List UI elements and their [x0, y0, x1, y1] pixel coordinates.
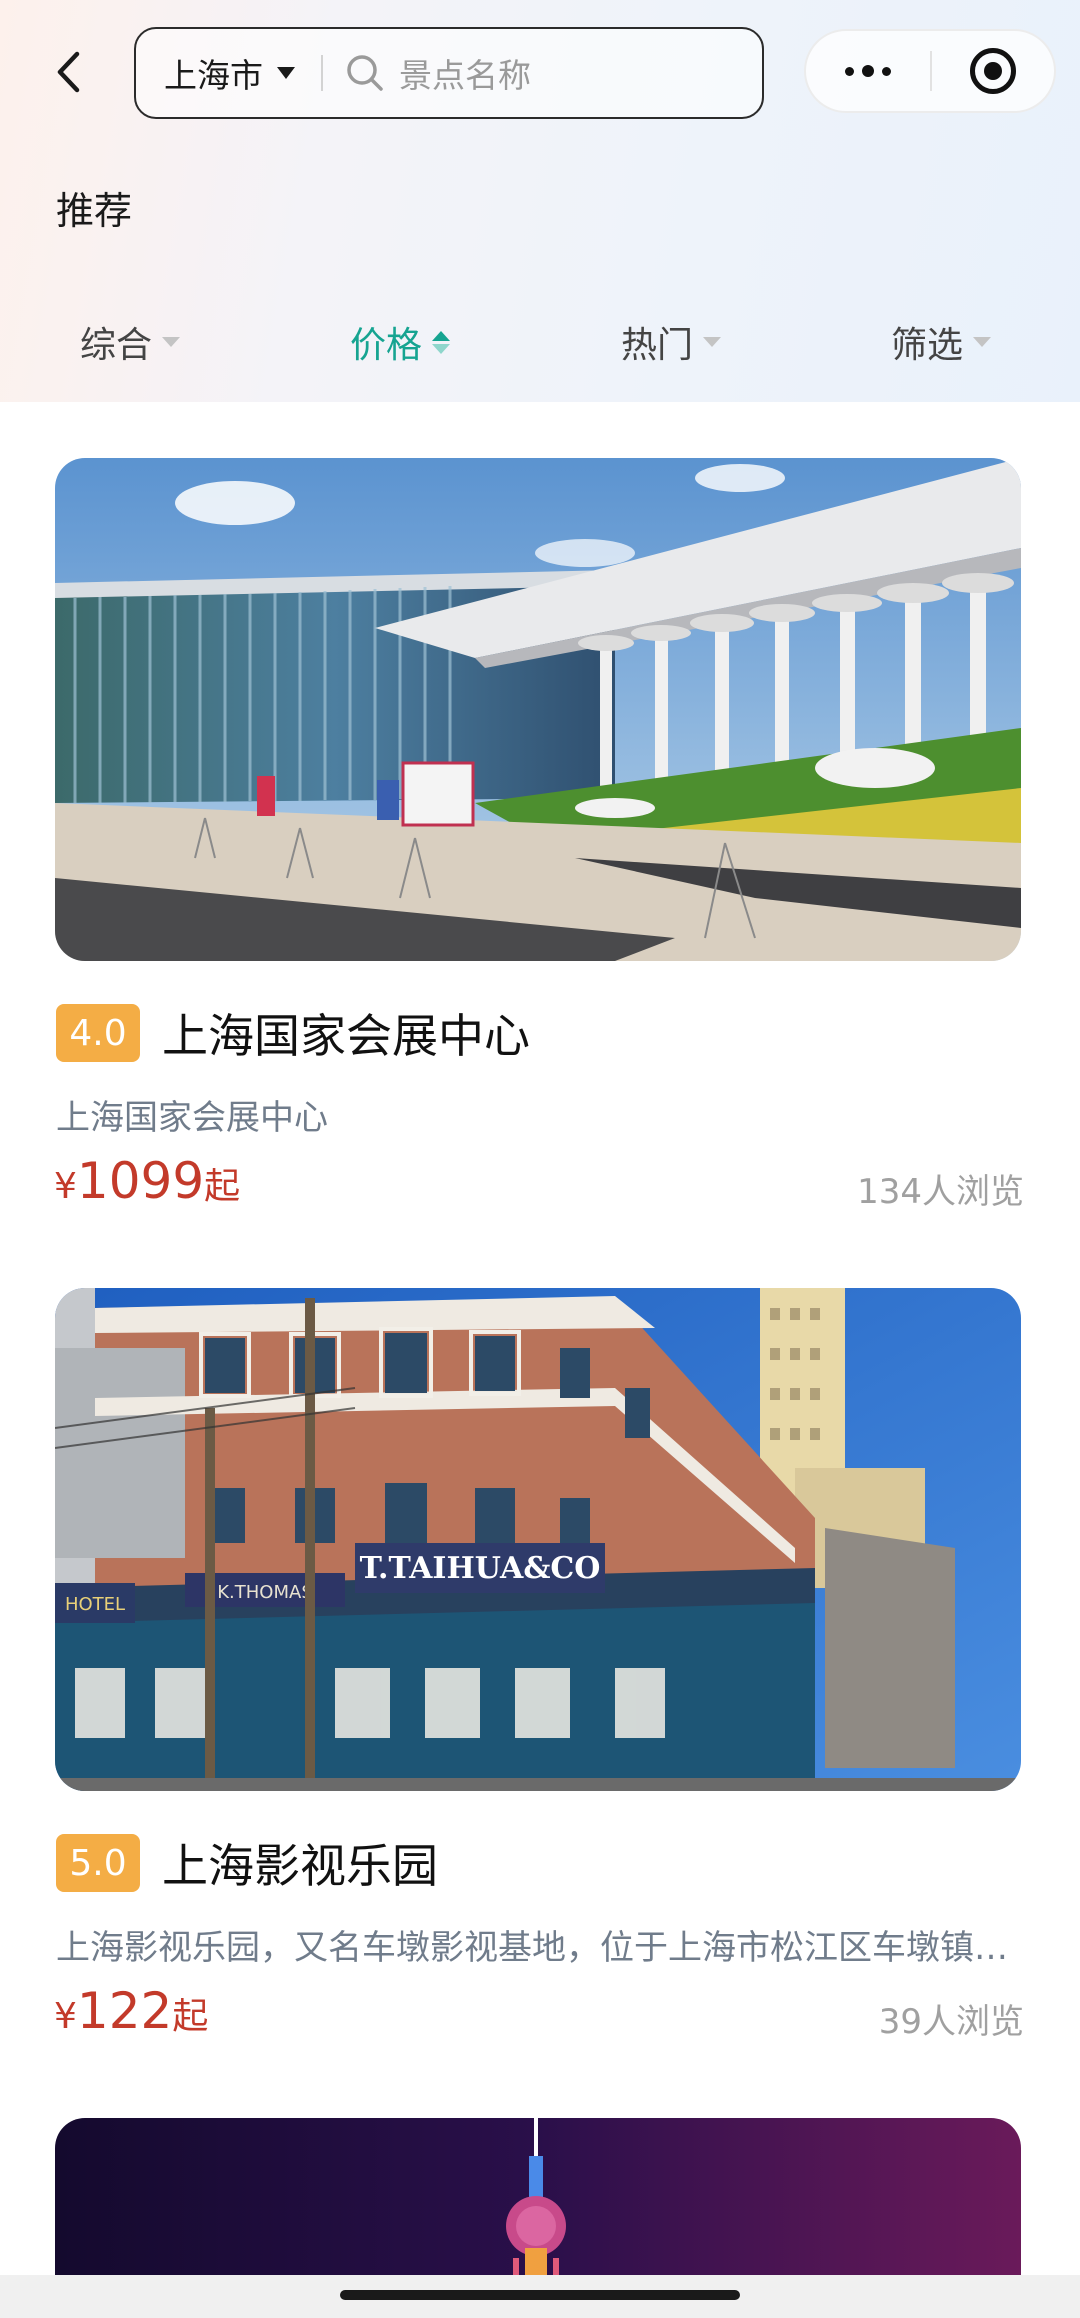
attraction-name[interactable]: 上海国家会展中心 [162, 1000, 530, 1066]
filter-label: 热门 [621, 325, 694, 366]
target-icon [969, 48, 1016, 94]
mini-program-capsule [804, 29, 1056, 113]
home-indicator[interactable] [340, 2290, 740, 2300]
rating-badge: 5.0 [56, 1834, 140, 1892]
currency-symbol: ¥ [54, 1166, 77, 1207]
filter-label: 筛选 [891, 325, 964, 366]
search-divider [321, 55, 323, 91]
filter-screen[interactable]: 筛选 [891, 282, 992, 402]
attraction-description: 上海国家会展中心 [56, 1098, 328, 1138]
view-count: 134人浏览 [857, 1172, 1024, 1212]
more-button[interactable] [806, 31, 930, 111]
price-suffix: 起 [172, 1996, 209, 2037]
price: ¥ 122 起 [54, 1982, 208, 2040]
price-value: 1099 [76, 1152, 205, 1210]
city-label: 上海市 [164, 56, 263, 95]
filter-popular[interactable]: 热门 [621, 282, 722, 402]
sign-text: T.TAIHUA&CO [360, 1551, 601, 1586]
close-mini-program-button[interactable] [932, 31, 1054, 111]
attraction-image[interactable] [55, 458, 1021, 961]
price: ¥ 1099 起 [54, 1152, 240, 1210]
attraction-name[interactable]: 上海影视乐园 [162, 1830, 438, 1896]
film-park-photo: T.TAIHUA&CO K.THOMAS HOTEL [55, 1288, 1021, 1791]
chevron-left-icon [57, 51, 80, 93]
search-input[interactable]: 景点名称 [345, 29, 762, 117]
search-placeholder: 景点名称 [399, 56, 531, 95]
nav-bar: 上海市 景点名称 [0, 0, 1080, 150]
filter-bar: 综合 价格 热门 筛选 [0, 282, 1080, 402]
section-title: 推荐 [56, 189, 133, 233]
filter-comprehensive[interactable]: 综合 [80, 282, 181, 402]
caret-down-icon [277, 67, 295, 79]
price-value: 122 [76, 1982, 173, 2040]
convention-center-photo [55, 458, 1021, 961]
filter-label: 综合 [80, 325, 153, 366]
price-suffix: 起 [204, 1166, 241, 1207]
attraction-description: 上海影视乐园，又名车墩影视基地，位于上海市松江区车墩镇北松公路4915号 [56, 1928, 1026, 1968]
rating-badge: 4.0 [56, 1004, 140, 1062]
city-selector[interactable]: 上海市 [136, 29, 295, 117]
sort-icon [432, 330, 451, 354]
currency-symbol: ¥ [54, 1996, 77, 2037]
search-bar: 上海市 景点名称 [134, 27, 764, 119]
filter-label: 价格 [350, 325, 423, 366]
back-button[interactable] [44, 44, 92, 100]
sign-text: HOTEL [65, 1594, 125, 1615]
sign-text: K.THOMAS [217, 1582, 313, 1603]
attraction-image[interactable]: T.TAIHUA&CO K.THOMAS HOTEL [55, 1288, 1021, 1791]
caret-down-icon [973, 337, 992, 347]
caret-down-icon [703, 337, 722, 347]
more-dots-icon [845, 66, 854, 76]
search-icon [347, 55, 383, 91]
caret-down-icon [162, 337, 181, 347]
more-dots-icon [882, 66, 891, 76]
more-dots-icon [862, 65, 874, 77]
filter-price[interactable]: 价格 [350, 282, 451, 402]
view-count: 39人浏览 [878, 2002, 1024, 2042]
